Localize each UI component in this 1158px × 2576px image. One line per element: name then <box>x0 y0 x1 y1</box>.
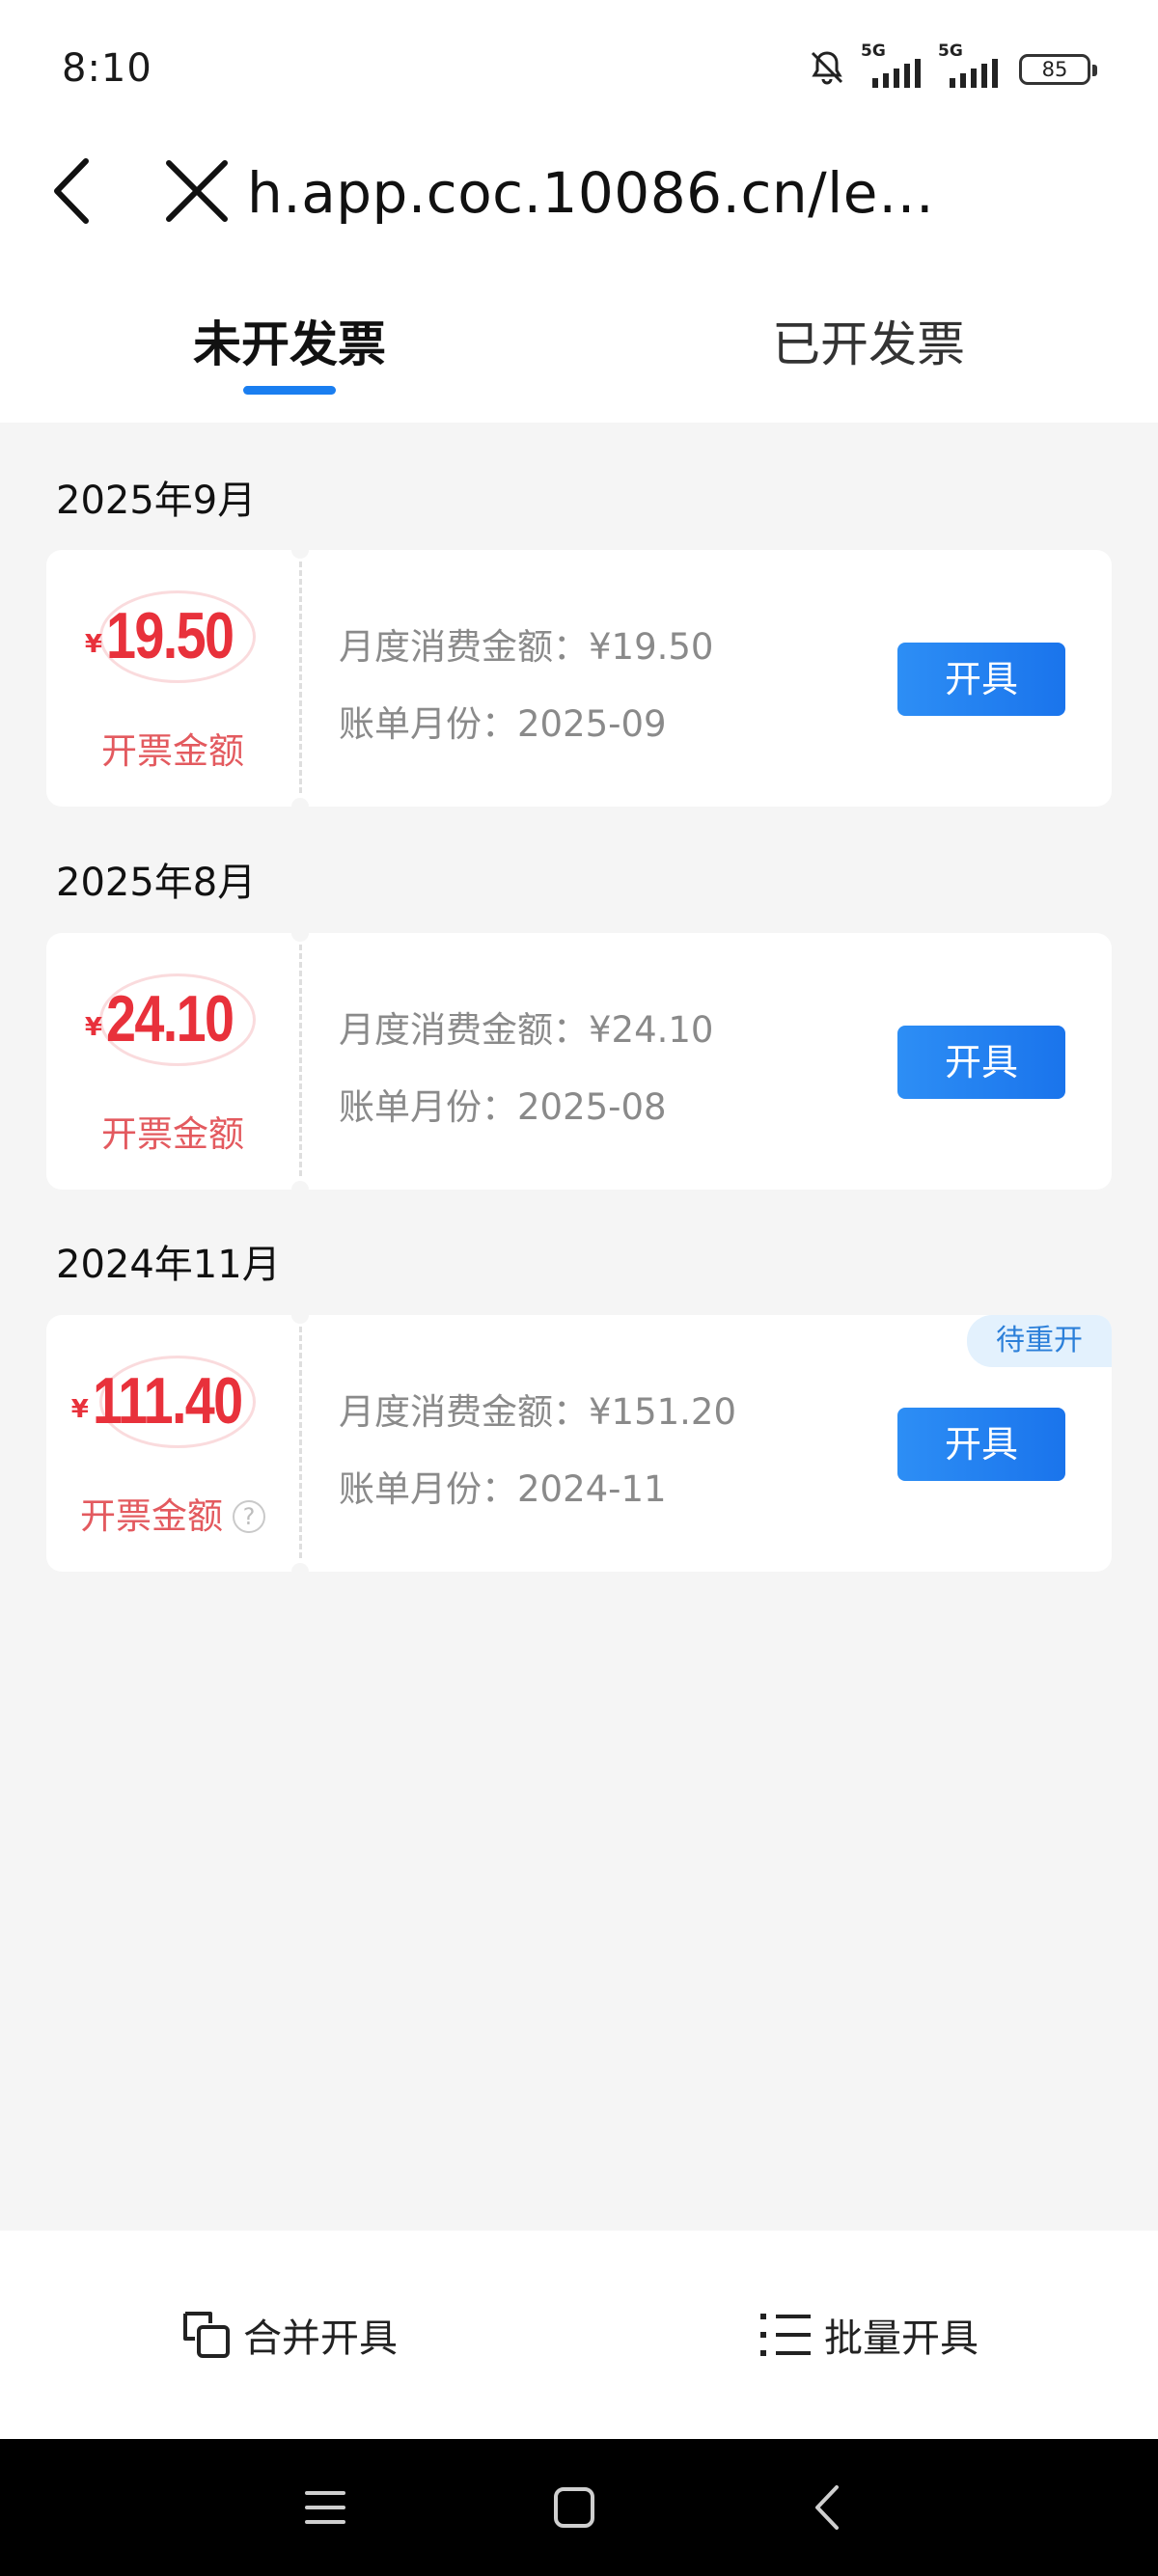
active-tab-indicator <box>243 386 336 395</box>
home-square-icon <box>554 2487 594 2528</box>
system-back-button[interactable] <box>793 2474 861 2541</box>
status-icons: 5G 5G 85 <box>807 41 1097 96</box>
bill-month: 账单月份：2024-11 <box>339 1468 667 1510</box>
bill-month: 账单月份：2025-09 <box>339 703 667 745</box>
month-heading: 2025年8月 <box>56 861 257 905</box>
card-divider <box>299 1327 302 1558</box>
signal-5g-2: 5G <box>938 41 1002 92</box>
signal-bars-icon <box>950 59 998 88</box>
battery-icon: 85 <box>1019 54 1097 85</box>
system-menu-button[interactable] <box>291 2474 359 2541</box>
list-icon <box>760 2314 811 2356</box>
month-heading: 2025年9月 <box>56 479 257 523</box>
merge-issue-button[interactable]: 合并开具 <box>0 2231 579 2439</box>
batch-issue-button[interactable]: 批量开具 <box>579 2231 1158 2439</box>
amount-label: 开票金额? <box>46 1487 299 1539</box>
monthly-spend: 月度消费金额：¥24.10 <box>339 1009 714 1051</box>
month-heading: 2024年11月 <box>56 1243 281 1287</box>
invoice-amount-block: ¥19.50 开票金额 <box>46 550 299 807</box>
status-time: 8:10 <box>62 46 152 91</box>
merge-issue-label: 合并开具 <box>243 2316 398 2361</box>
bell-muted-icon <box>807 47 847 92</box>
invoice-card: ¥19.50 开票金额 月度消费金额：¥19.50 账单月份：2025-09 开… <box>46 550 1112 807</box>
tab-issued-invoices[interactable]: 已开发票 <box>666 301 1071 397</box>
amount-label-text: 开票金额 <box>80 1495 223 1537</box>
monthly-spend: 月度消费金额：¥151.20 <box>339 1391 737 1433</box>
batch-issue-label: 批量开具 <box>824 2316 979 2361</box>
merge-icon <box>183 2312 230 2358</box>
close-button[interactable] <box>158 152 235 230</box>
invoice-amount: ¥19.50 <box>46 598 299 673</box>
card-divider <box>299 945 302 1176</box>
currency-symbol: ¥ <box>84 630 102 659</box>
invoice-amount-block: ¥24.10 开票金额 <box>46 933 299 1190</box>
bill-month: 账单月份：2025-08 <box>339 1086 667 1128</box>
back-button[interactable] <box>35 152 112 230</box>
invoice-card: ¥111.40 开票金额? 月度消费金额：¥151.20 账单月份：2024-1… <box>46 1315 1112 1572</box>
invoice-amount-block: ¥111.40 开票金额? <box>46 1315 299 1572</box>
menu-icon <box>305 2491 345 2524</box>
amount-value: 111.40 <box>92 1364 243 1438</box>
back-triangle-icon <box>815 2485 839 2530</box>
amount-value: 19.50 <box>105 599 234 672</box>
invoice-card: ¥24.10 开票金额 月度消费金额：¥24.10 账单月份：2025-08 开… <box>46 933 1112 1190</box>
amount-label: 开票金额 <box>101 1113 244 1155</box>
pending-reissue-badge: 待重开 <box>967 1315 1112 1367</box>
invoice-tabs: 未开发票 已开发票 <box>0 301 1158 407</box>
battery-level: 85 <box>1041 58 1068 81</box>
invoice-amount: ¥24.10 <box>46 981 299 1056</box>
currency-symbol: ¥ <box>70 1395 89 1424</box>
monthly-spend: 月度消费金额：¥19.50 <box>339 626 714 668</box>
bottom-toolbar: 合并开具 批量开具 <box>0 2231 1158 2439</box>
status-bar: 8:10 5G 5G 85 <box>0 0 1158 139</box>
close-icon <box>166 160 228 222</box>
nav-bar: h.app.coc.10086.cn/lea... <box>0 139 1158 245</box>
issue-invoice-button[interactable]: 开具 <box>897 1026 1065 1099</box>
amount-label: 开票金额 <box>101 730 244 772</box>
tab-unissued-invoices[interactable]: 未开发票 <box>87 301 492 397</box>
signal-5g-1: 5G <box>861 41 924 92</box>
signal-bars-icon <box>872 59 921 88</box>
system-navigation-bar <box>0 2439 1158 2576</box>
invoice-amount: ¥111.40 <box>46 1363 299 1439</box>
currency-symbol: ¥ <box>84 1013 102 1042</box>
help-icon[interactable]: ? <box>233 1500 265 1533</box>
amount-value: 24.10 <box>105 982 234 1055</box>
chevron-left-icon <box>54 158 89 224</box>
issue-invoice-button[interactable]: 开具 <box>897 1408 1065 1481</box>
header-area: 8:10 5G 5G 85 h.app.coc.10086.cn/lea... … <box>0 0 1158 423</box>
system-home-button[interactable] <box>540 2474 608 2541</box>
page-url: h.app.coc.10086.cn/lea... <box>247 160 942 226</box>
card-divider <box>299 562 302 793</box>
issue-invoice-button[interactable]: 开具 <box>897 643 1065 716</box>
